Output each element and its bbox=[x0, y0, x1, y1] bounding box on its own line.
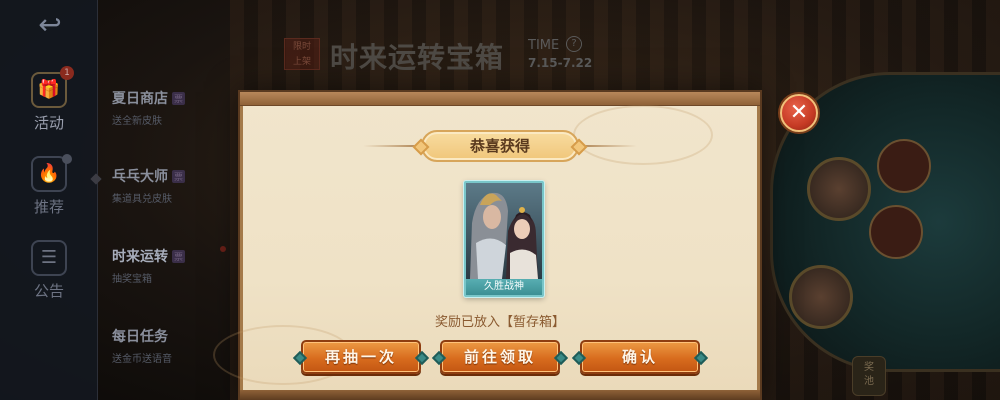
menu-item-title: 夏日商店 bbox=[112, 91, 168, 107]
wheel-portrait bbox=[807, 157, 871, 221]
menu-item-title: 乓乓大师 bbox=[112, 169, 168, 185]
decorative-swirl bbox=[573, 105, 713, 165]
menu-item-fortune-box[interactable]: 时来运转票 抽奖宝箱 bbox=[112, 246, 230, 285]
header-divider bbox=[581, 145, 637, 147]
close-icon: ✕ bbox=[789, 100, 809, 125]
seal-text: 上架 bbox=[292, 57, 311, 67]
menu-item-title: 时来运转 bbox=[112, 249, 168, 265]
menu-item-subtitle: 送全新皮肤 bbox=[112, 116, 162, 127]
menu-item-title: 每日任务 bbox=[112, 329, 168, 345]
sidebar-item-notice[interactable]: ☰ 公告 bbox=[16, 240, 82, 301]
help-icon[interactable]: ? bbox=[566, 36, 582, 52]
menu-item-subtitle: 抽奖宝箱 bbox=[112, 274, 152, 285]
dialog-bottom-frame bbox=[240, 390, 760, 400]
event-title: 时来运转宝箱 bbox=[330, 41, 505, 74]
reward-skin-card[interactable]: 久胜战神 bbox=[464, 181, 544, 297]
menu-item-daily-tasks[interactable]: 每日任务 送金币送语音 bbox=[112, 326, 230, 365]
button-ornament bbox=[414, 350, 430, 366]
sidebar-item-activity[interactable]: 🎁 1 活动 bbox=[16, 66, 82, 133]
dialog-title: 恭喜获得 bbox=[469, 137, 530, 155]
ticket-tag: 票 bbox=[172, 170, 186, 183]
limited-time-seal: 限时 上架 bbox=[284, 38, 320, 70]
button-ornament bbox=[571, 350, 587, 366]
notice-icon: ☰ bbox=[31, 240, 67, 276]
plaque-ornament bbox=[412, 138, 430, 156]
menu-item-summer-shop[interactable]: 夏日商店票 送全新皮肤 bbox=[112, 88, 230, 127]
reward-dialog: 恭喜获得 久胜战神 奖励已放入【暂存箱】 再抽一次 前往领取 确认 bbox=[213, 92, 760, 400]
button-ornament bbox=[553, 350, 569, 366]
button-label: 确认 bbox=[621, 348, 658, 366]
button-label: 再抽一次 bbox=[324, 348, 397, 366]
notification-dot bbox=[220, 246, 226, 252]
sidebar: ↩ 🎁 1 活动 🔥 推荐 ☰ 公告 bbox=[0, 0, 98, 400]
draw-again-button[interactable]: 再抽一次 bbox=[292, 340, 430, 374]
header-divider bbox=[363, 145, 419, 147]
notification-dot bbox=[62, 154, 72, 164]
event-dates: 7.15-7.22 bbox=[528, 56, 593, 70]
sidebar-item-label: 推荐 bbox=[33, 198, 64, 216]
event-header: 限时 上架 时来运转宝箱 TIME ? 7.15-7.22 bbox=[284, 36, 604, 76]
event-time-label: TIME bbox=[528, 38, 560, 53]
dialog-top-frame bbox=[240, 92, 760, 106]
wheel-medal bbox=[877, 139, 931, 193]
reward-skin-name: 久胜战神 bbox=[466, 279, 542, 295]
button-label: 前往领取 bbox=[463, 348, 536, 366]
notification-badge: 1 bbox=[60, 66, 74, 80]
sidebar-item-label: 活动 bbox=[33, 114, 64, 132]
prize-pool-label: 池 bbox=[864, 376, 874, 387]
prize-pool-label: 奖 bbox=[864, 362, 874, 373]
ticket-tag: 票 bbox=[172, 250, 186, 263]
wheel-portrait bbox=[789, 265, 853, 329]
sidebar-item-recommend[interactable]: 🔥 推荐 bbox=[16, 154, 82, 217]
seal-text: 限时 bbox=[292, 42, 311, 52]
menu-item-subtitle: 集道具兑皮肤 bbox=[112, 194, 172, 205]
dialog-title-plaque: 恭喜获得 bbox=[412, 130, 588, 162]
activity-menu: 夏日商店票 送全新皮肤 乓乓大师票 集道具兑皮肤 时来运转票 抽奖宝箱 每日任务… bbox=[100, 70, 230, 400]
wheel-medal bbox=[869, 205, 923, 259]
reward-storage-note: 奖励已放入【暂存箱】 bbox=[434, 315, 565, 330]
back-arrow-icon: ↩ bbox=[38, 8, 62, 41]
confirm-button[interactable]: 确认 bbox=[571, 340, 709, 374]
back-button[interactable]: ↩ bbox=[26, 10, 74, 40]
button-ornament bbox=[693, 350, 709, 366]
button-ornament bbox=[431, 350, 447, 366]
prize-pool-button[interactable]: 奖 池 bbox=[852, 356, 886, 396]
ticket-tag: 票 bbox=[172, 92, 186, 105]
menu-item-pingpong-master[interactable]: 乓乓大师票 集道具兑皮肤 bbox=[112, 166, 230, 205]
go-claim-button[interactable]: 前往领取 bbox=[431, 340, 569, 374]
skin-portrait-image bbox=[466, 183, 542, 279]
sidebar-item-label: 公告 bbox=[33, 282, 64, 300]
close-button[interactable]: ✕ bbox=[780, 94, 818, 132]
flame-icon: 🔥 bbox=[31, 156, 67, 192]
